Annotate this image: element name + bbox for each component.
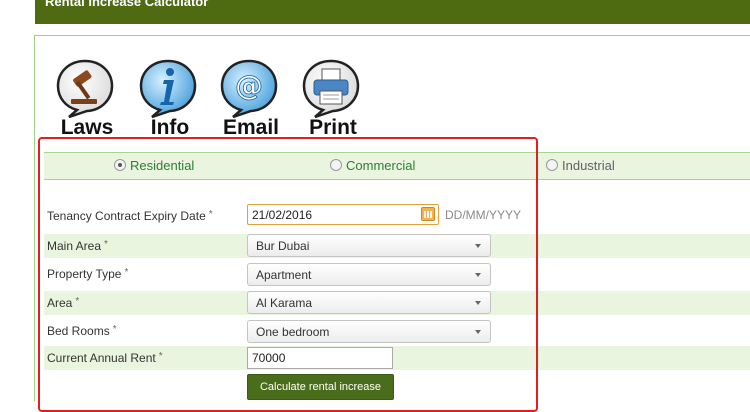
annual-rent-value: 70000	[252, 351, 286, 365]
area-select[interactable]: Al Karama	[247, 291, 491, 314]
email-label: Email	[222, 116, 280, 139]
chevron-down-icon	[475, 244, 481, 248]
print-label: Print	[309, 116, 357, 139]
laws-link[interactable]: Laws	[52, 58, 122, 143]
printer-icon	[302, 59, 360, 118]
property-type-value: Apartment	[256, 268, 312, 282]
bedrooms-value: One bedroom	[256, 325, 330, 339]
calendar-icon[interactable]	[421, 207, 435, 221]
gavel-icon	[56, 59, 114, 118]
print-link[interactable]: Print	[298, 58, 368, 143]
expiry-label: Tenancy Contract Expiry Date *	[47, 209, 213, 223]
radio-commercial[interactable]: Commercial	[330, 158, 415, 173]
radio-button[interactable]	[546, 159, 558, 171]
main-area-select[interactable]: Bur Dubai	[247, 234, 491, 257]
expiry-date-value: 21/02/2016	[252, 208, 313, 222]
rent-row: Current Annual Rent *	[44, 346, 750, 370]
info-label: Info	[150, 116, 190, 139]
main-area-label: Main Area *	[47, 239, 108, 253]
app-header: Rental Increase Calculator	[35, 0, 750, 24]
radio-button-checked[interactable]	[114, 159, 126, 171]
info-link[interactable]: Info	[135, 58, 205, 143]
laws-label: Laws	[60, 116, 114, 139]
area-label: Area *	[47, 296, 80, 310]
radio-industrial[interactable]: Industrial	[546, 158, 615, 173]
chevron-down-icon	[475, 330, 481, 334]
chevron-down-icon	[475, 301, 481, 305]
radio-button[interactable]	[330, 159, 342, 171]
radio-label: Industrial	[562, 158, 615, 173]
radio-residential[interactable]: Residential	[114, 158, 194, 173]
radio-label: Commercial	[346, 158, 416, 173]
info-icon	[139, 59, 197, 118]
bedrooms-select[interactable]: One bedroom	[247, 320, 491, 343]
expiry-date-field[interactable]: 21/02/2016	[247, 204, 439, 225]
property-type-select[interactable]: Apartment	[247, 263, 491, 286]
property-category-bar: Residential Commercial Industrial	[44, 152, 750, 180]
area-value: Al Karama	[256, 296, 313, 310]
radio-label: Residential	[130, 158, 195, 173]
svg-text:@: @	[235, 69, 263, 102]
date-format-hint: DD/MM/YYYY	[445, 208, 522, 222]
main-area-value: Bur Dubai	[256, 239, 310, 253]
bedrooms-label: Bed Rooms *	[47, 324, 117, 338]
email-link[interactable]: @ Email	[216, 58, 286, 143]
calculate-button[interactable]: Calculate rental increase	[247, 374, 394, 400]
page-title: Rental Increase Calculator	[45, 0, 209, 9]
property-type-label: Property Type *	[47, 267, 129, 281]
at-sign-icon: @	[220, 59, 278, 118]
annual-rent-input[interactable]: 70000	[247, 347, 393, 369]
rent-label: Current Annual Rent *	[47, 351, 163, 365]
chevron-down-icon	[475, 273, 481, 277]
